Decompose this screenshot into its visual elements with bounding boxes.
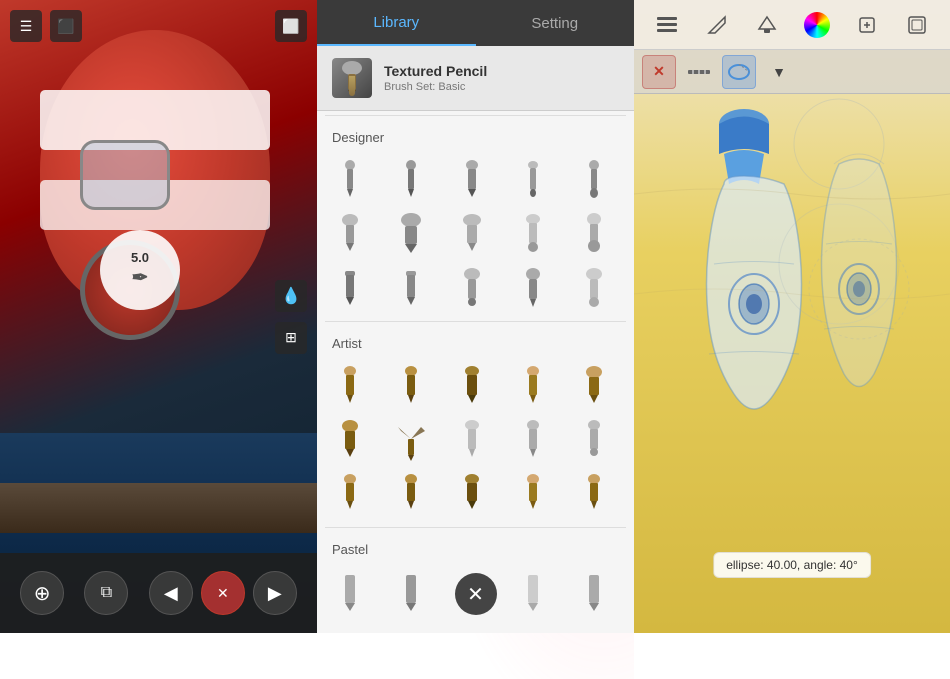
layers-button[interactable]: ⧉	[84, 571, 128, 615]
ellipse-tool-button[interactable]	[722, 55, 756, 89]
section-designer: Designer	[317, 120, 634, 151]
color-wheel-icon[interactable]	[799, 7, 835, 43]
top-left-icons: ☰ ⬛	[10, 10, 82, 42]
deck	[0, 483, 317, 533]
more-options-button[interactable]: ▼	[762, 55, 796, 89]
brush-item[interactable]	[569, 469, 619, 519]
add-layer-button[interactable]: ⊕	[20, 571, 64, 615]
grid-icon[interactable]: ⊞	[275, 322, 307, 354]
bottle-sketches	[634, 94, 950, 524]
pen-icon: ✒	[132, 265, 149, 290]
brush-item[interactable]	[386, 415, 436, 465]
brush-item[interactable]	[325, 155, 375, 205]
middle-panel: Library Setting Textured Pencil Brush Se…	[317, 0, 634, 633]
brush-item[interactable]	[508, 361, 558, 411]
ruler-icon[interactable]	[699, 7, 735, 43]
section-artist: Artist	[317, 326, 634, 357]
brush-item[interactable]	[447, 209, 497, 259]
brush-thumbnail	[332, 58, 372, 98]
brush-info: Textured Pencil Brush Set: Basic	[384, 63, 619, 93]
next-button[interactable]: ▶	[253, 571, 297, 615]
brush-item[interactable]	[569, 361, 619, 411]
brush-item[interactable]	[447, 361, 497, 411]
tab-bar: Library Setting	[317, 0, 634, 46]
brush-item[interactable]	[447, 469, 497, 519]
brush-item[interactable]	[325, 469, 375, 519]
ruler-tool-button[interactable]	[682, 55, 716, 89]
designer-grid	[317, 151, 634, 317]
divider-artist	[325, 321, 626, 322]
brush-item[interactable]	[508, 567, 558, 617]
brush-header: Textured Pencil Brush Set: Basic	[317, 46, 634, 111]
brush-item[interactable]	[508, 155, 558, 205]
brush-item[interactable]	[569, 155, 619, 205]
left-panel: 5.0 ✒ ☰ ⬛ ⬜ 💧 ⊞ ⊕ ⧉ ◀ ✕ ▶	[0, 0, 317, 633]
brush-item[interactable]	[386, 263, 436, 313]
brush-item[interactable]	[386, 469, 436, 519]
fullscreen-icon[interactable]: ⬜	[275, 10, 307, 42]
brush-item[interactable]	[569, 263, 619, 313]
brush-item[interactable]	[508, 415, 558, 465]
size-indicator: 5.0 ✒	[100, 230, 180, 310]
size-value: 5.0	[131, 250, 149, 265]
brush-item[interactable]	[386, 209, 436, 259]
color-wheel	[804, 12, 830, 38]
layers-icon[interactable]	[849, 7, 885, 43]
brush-item[interactable]	[508, 469, 558, 519]
brush-name: Textured Pencil	[384, 63, 619, 79]
brush-item[interactable]	[569, 567, 619, 617]
brush-item[interactable]	[569, 415, 619, 465]
second-toolbar-right: ✕ ▼	[634, 50, 950, 94]
gallery-icon[interactable]: ⬛	[50, 10, 82, 42]
brush-set: Brush Set: Basic	[384, 81, 619, 93]
brush-item[interactable]	[325, 209, 375, 259]
brush-item[interactable]	[386, 361, 436, 411]
right-panel: ✕ ▼	[634, 0, 950, 633]
divider-pastel	[325, 527, 626, 528]
divider-top	[325, 115, 626, 116]
brush-item[interactable]	[325, 567, 375, 617]
bottom-toolbar: ⊕ ⧉ ◀ ✕ ▶	[0, 553, 317, 633]
brush-item[interactable]	[569, 209, 619, 259]
brush-item[interactable]	[447, 263, 497, 313]
brush-item[interactable]	[508, 209, 558, 259]
heli-window	[80, 140, 170, 210]
artist-grid	[317, 357, 634, 523]
tab-setting[interactable]: Setting	[476, 0, 635, 46]
brush-item[interactable]	[386, 567, 436, 617]
list-icon[interactable]	[649, 7, 685, 43]
brush-item[interactable]	[325, 263, 375, 313]
brush-item[interactable]	[325, 361, 375, 411]
brush-thumb-svg	[338, 60, 366, 96]
brush-item[interactable]	[508, 263, 558, 313]
frame-icon[interactable]	[899, 7, 935, 43]
stamp-icon[interactable]	[749, 7, 785, 43]
brush-item[interactable]	[447, 415, 497, 465]
menu-icon[interactable]: ☰	[10, 10, 42, 42]
section-pastel: Pastel	[317, 532, 634, 563]
water-icon[interactable]: 💧	[275, 280, 307, 312]
brush-item[interactable]	[447, 155, 497, 205]
bottles-area	[634, 94, 950, 583]
brush-item[interactable]	[325, 415, 375, 465]
tab-library[interactable]: Library	[317, 0, 476, 46]
top-toolbar-right	[634, 0, 950, 50]
helicopter	[20, 30, 290, 380]
ellipse-info: ellipse: 40.00, angle: 40°	[713, 552, 871, 578]
close-button[interactable]: ✕	[201, 571, 245, 615]
brush-list[interactable]: Designer	[317, 111, 634, 633]
close-panel-button[interactable]: ✕	[455, 573, 497, 615]
prev-button[interactable]: ◀	[149, 571, 193, 615]
brush-item[interactable]	[386, 155, 436, 205]
close-x-button[interactable]: ✕	[642, 55, 676, 89]
